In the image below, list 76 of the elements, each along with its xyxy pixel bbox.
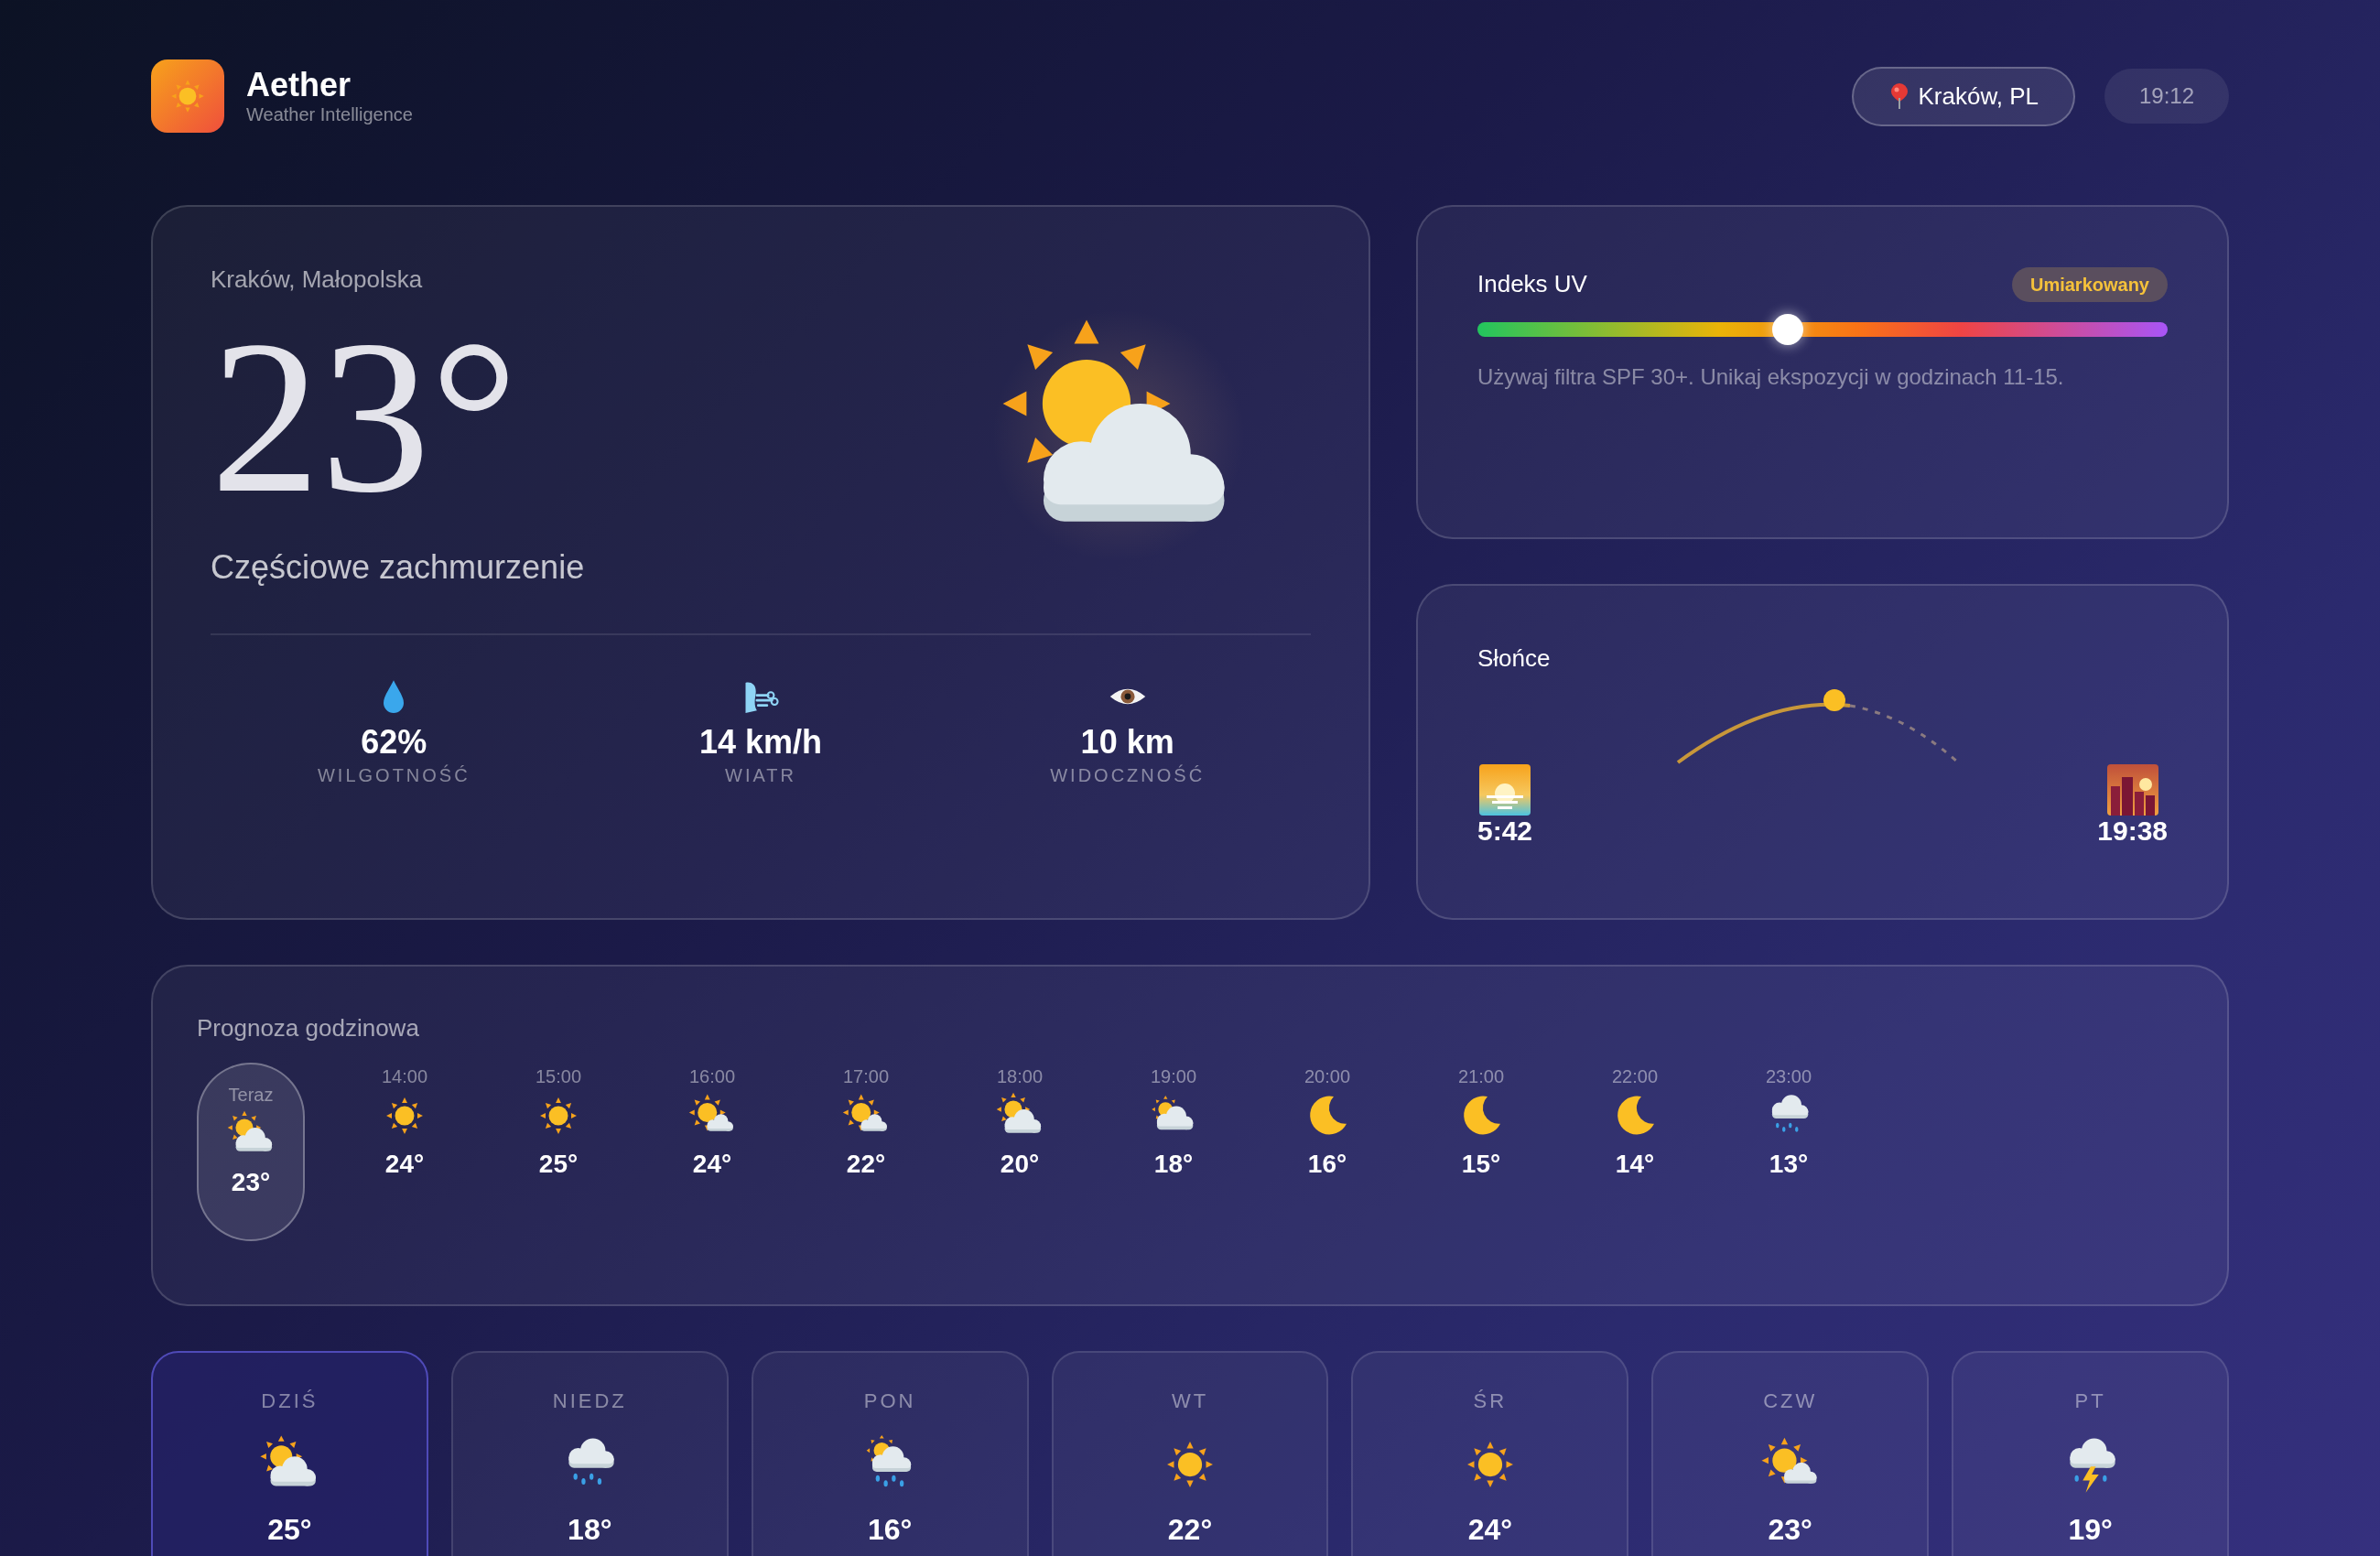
hour-temperature: 14° <box>1615 1149 1655 1180</box>
hour-temperature: 25° <box>538 1149 579 1180</box>
day-label: NIEDZ <box>552 1389 627 1414</box>
stat-label: WIDOCZNOŚĆ <box>1050 763 1206 788</box>
hour-temperature: 16° <box>1307 1149 1347 1180</box>
city-sunset-icon <box>2106 764 2158 816</box>
hour-column[interactable]: 18:00 20° <box>966 1063 1074 1241</box>
day-temperature: 18° <box>568 1512 612 1548</box>
sunrise-icon <box>1479 764 1531 816</box>
day-temperature: 19° <box>2068 1512 2113 1548</box>
hour-temperature: 18° <box>1153 1149 1194 1180</box>
card-title: Prognoza godzinowa <box>197 1013 420 1043</box>
app-name: Aether <box>246 67 352 103</box>
hour-label: 20:00 <box>1304 1065 1351 1088</box>
hour-temperature: 23° <box>231 1167 271 1198</box>
hour-column[interactable]: 19:00 18° <box>1120 1063 1228 1241</box>
day-forecast-card[interactable]: PT 19° <box>1952 1351 2229 1556</box>
day-forecast-card[interactable]: CZW 23° <box>1651 1351 1930 1556</box>
hour-label: 16:00 <box>688 1065 736 1088</box>
stat-value: 62% <box>361 722 427 762</box>
day-label: ŚR <box>1473 1389 1508 1414</box>
hour-temperature: 22° <box>846 1149 886 1180</box>
stat-label: WILGOTNOŚĆ <box>318 763 471 788</box>
hour-label: 18:00 <box>996 1065 1044 1088</box>
stat-value: 14 km/h <box>698 722 823 762</box>
uv-advice: Używaj filtra SPF 30+. Unikaj ekspozycji w godzinach 11-15. <box>1477 363 2065 391</box>
hour-label: 22:00 <box>1611 1065 1659 1088</box>
hour-column[interactable]: 15:00 25° <box>504 1063 612 1241</box>
card-title: Indeks UV <box>1477 269 1587 299</box>
current-temperature: 23° <box>211 307 519 526</box>
hour-temperature: 13° <box>1769 1149 1809 1180</box>
condition-label: Częściowe zachmurzenie <box>211 547 585 588</box>
location-label: Kraków, Małopolska <box>211 265 424 295</box>
day-forecast-card[interactable]: WT 22° <box>1051 1351 1329 1556</box>
uv-level-badge: Umiarkowany <box>2011 266 2168 302</box>
hour-label: 17:00 <box>842 1065 890 1088</box>
day-label: PT <box>2074 1389 2106 1414</box>
hour-temperature: 20° <box>1000 1149 1040 1180</box>
card-title: Słońce <box>1477 643 1552 674</box>
hour-column[interactable]: 21:00 15° <box>1427 1063 1535 1241</box>
day-temperature: 23° <box>1768 1512 1812 1548</box>
hour-temperature: 24° <box>384 1149 425 1180</box>
day-forecast-card[interactable]: NIEDZ 18° <box>450 1351 729 1556</box>
hour-column[interactable]: 20:00 16° <box>1273 1063 1381 1241</box>
clock-pill: 19:12 <box>2104 69 2229 124</box>
day-label: WT <box>1171 1389 1209 1414</box>
day-forecast-card[interactable]: PON 16° <box>751 1351 1029 1556</box>
hour-temperature: 15° <box>1461 1149 1501 1180</box>
hour-temperature: 24° <box>692 1149 732 1180</box>
day-label: DZIŚ <box>261 1389 319 1414</box>
sunset-time: 19:38 <box>2097 816 2168 846</box>
hour-column[interactable]: 17:00 22° <box>812 1063 920 1241</box>
hour-column[interactable]: 14:00 24° <box>351 1063 459 1241</box>
hour-label: 23:00 <box>1765 1065 1812 1088</box>
day-label: CZW <box>1763 1389 1818 1414</box>
day-forecast-card[interactable]: ŚR 24° <box>1351 1351 1629 1556</box>
sunrise-time: 5:42 <box>1477 816 1533 846</box>
hour-label: 21:00 <box>1457 1065 1505 1088</box>
day-forecast-card[interactable]: DZIŚ 25° <box>151 1351 428 1556</box>
location-button[interactable]: Kraków, PL <box>1852 66 2075 126</box>
day-temperature: 16° <box>867 1512 913 1548</box>
hour-column[interactable]: 22:00 14° <box>1581 1063 1689 1241</box>
hour-label: 14:00 <box>381 1065 428 1088</box>
hour-column[interactable]: 23:00 13° <box>1735 1063 1843 1241</box>
current-hour-pill[interactable]: Teraz 23° <box>197 1063 305 1241</box>
hour-label: Teraz <box>228 1084 274 1107</box>
day-label: PON <box>863 1389 916 1414</box>
day-temperature: 24° <box>1467 1512 1513 1548</box>
hour-label: 19:00 <box>1150 1065 1197 1088</box>
stat-label: WIATR <box>725 764 796 788</box>
app-tagline: Weather Intelligence <box>246 103 413 125</box>
hour-column[interactable]: 16:00 24° <box>658 1063 766 1241</box>
stat-value: 10 km <box>1080 722 1174 762</box>
hour-label: 15:00 <box>535 1065 582 1088</box>
day-temperature: 22° <box>1167 1512 1213 1548</box>
day-temperature: 25° <box>267 1512 312 1548</box>
